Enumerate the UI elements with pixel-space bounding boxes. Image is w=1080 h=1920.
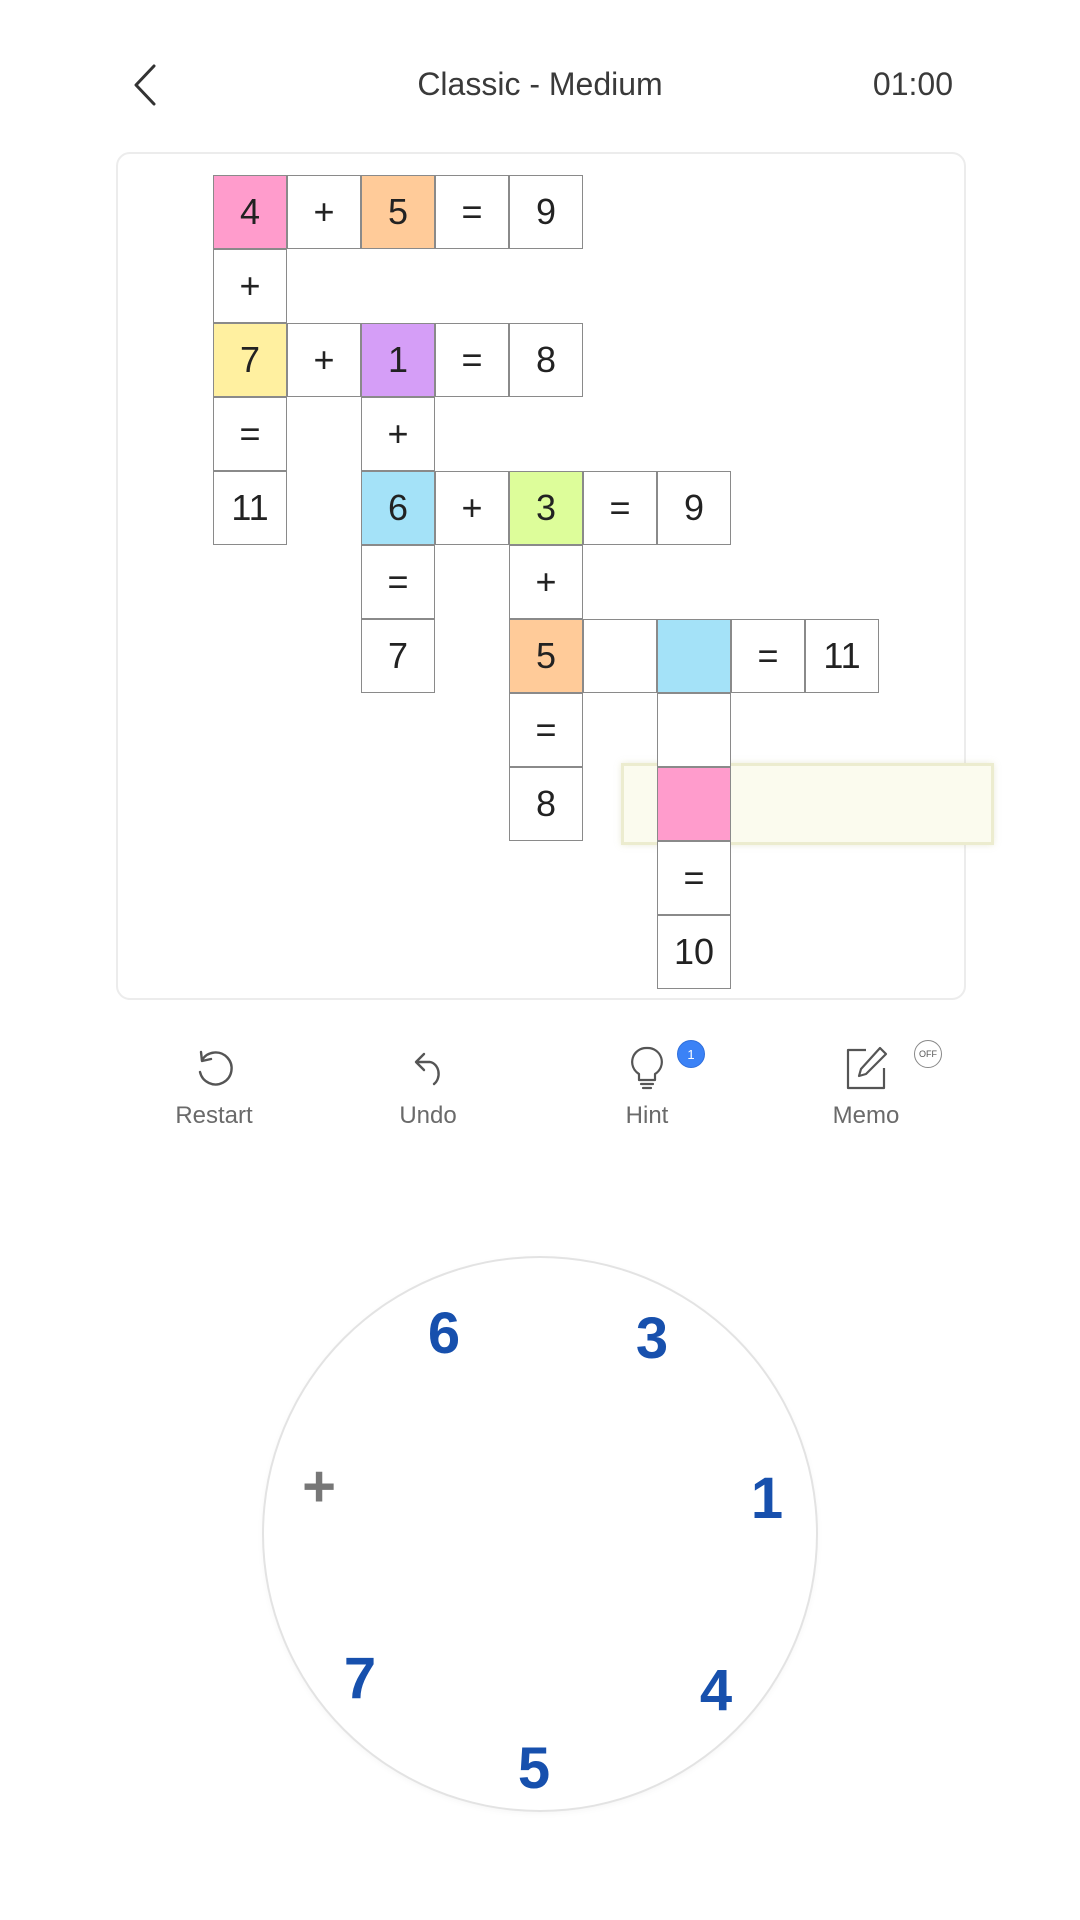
grid-cell: 3	[509, 471, 583, 545]
grid-cell: +	[361, 397, 435, 471]
grid-cell: =	[213, 397, 287, 471]
lightbulb-icon	[631, 1046, 663, 1090]
grid-cell: 8	[509, 767, 583, 841]
grid-cell: 5	[509, 619, 583, 693]
undo-label: Undo	[399, 1102, 457, 1129]
memo-label: Memo	[832, 1102, 900, 1129]
grid-cell: +	[509, 545, 583, 619]
number-dial: 6 3 + 1 7 4 5	[264, 1258, 816, 1810]
grid-cell: 11	[805, 619, 879, 693]
hint-count-badge: 1	[677, 1040, 705, 1068]
dial-key-3[interactable]: 3	[617, 1303, 687, 1373]
dial-key-1[interactable]: 1	[732, 1463, 802, 1533]
grid-cell: =	[509, 693, 583, 767]
grid-cell: +	[287, 323, 361, 397]
grid-cell: +	[213, 249, 287, 323]
grid-cell: 11	[213, 471, 287, 545]
grid-cell: =	[435, 323, 509, 397]
pencil-edit-icon	[846, 1046, 888, 1090]
grid-cell: 7	[361, 619, 435, 693]
empty-input-cell[interactable]	[583, 619, 657, 693]
undo-icon	[414, 1052, 440, 1086]
grid-cell: 1	[361, 323, 435, 397]
top-bar: Classic - Medium 01:00	[0, 0, 1080, 170]
dial-key-plus[interactable]: +	[284, 1451, 354, 1521]
grid-cell: =	[657, 841, 731, 915]
grid-cell: 5	[361, 175, 435, 249]
empty-input-cell[interactable]	[657, 619, 731, 693]
grid-cell: +	[287, 175, 361, 249]
dial-key-5[interactable]: 5	[499, 1733, 569, 1803]
hint-label: Hint	[625, 1102, 669, 1129]
restart-icon	[198, 1050, 233, 1086]
grid-cell: 9	[509, 175, 583, 249]
grid-cell: =	[361, 545, 435, 619]
undo-button[interactable]: Undo	[348, 1030, 508, 1170]
grid-cell: =	[731, 619, 805, 693]
empty-input-cell[interactable]	[657, 767, 731, 841]
dial-key-7[interactable]: 7	[325, 1643, 395, 1713]
grid-cell: 10	[657, 915, 731, 989]
grid-cell: 6	[361, 471, 435, 545]
dial-key-6[interactable]: 6	[409, 1298, 479, 1368]
timer: 01:00	[872, 66, 953, 102]
grid-cell: =	[435, 175, 509, 249]
grid-cell: =	[583, 471, 657, 545]
restart-button[interactable]: Restart	[134, 1030, 294, 1170]
memo-toggle-indicator[interactable]: OFF	[914, 1040, 942, 1068]
toolbar: Restart Undo 1 Hint OFF Memo	[0, 1030, 1080, 1180]
grid-cell: 7	[213, 323, 287, 397]
dial-key-4[interactable]: 4	[681, 1655, 751, 1725]
grid-cell: +	[435, 471, 509, 545]
restart-label: Restart	[175, 1102, 253, 1129]
puzzle-board: 4 + 5 = 9 + 7 + 1 = 8 = + 11 6 + 3 = 9 =…	[116, 152, 994, 1000]
memo-button[interactable]: OFF Memo	[786, 1030, 946, 1170]
empty-input-cell[interactable]	[657, 693, 731, 767]
grid-cell: 9	[657, 471, 731, 545]
grid-cell: 8	[509, 323, 583, 397]
hint-button[interactable]: 1 Hint	[567, 1030, 727, 1170]
grid-cell: 4	[213, 175, 287, 249]
